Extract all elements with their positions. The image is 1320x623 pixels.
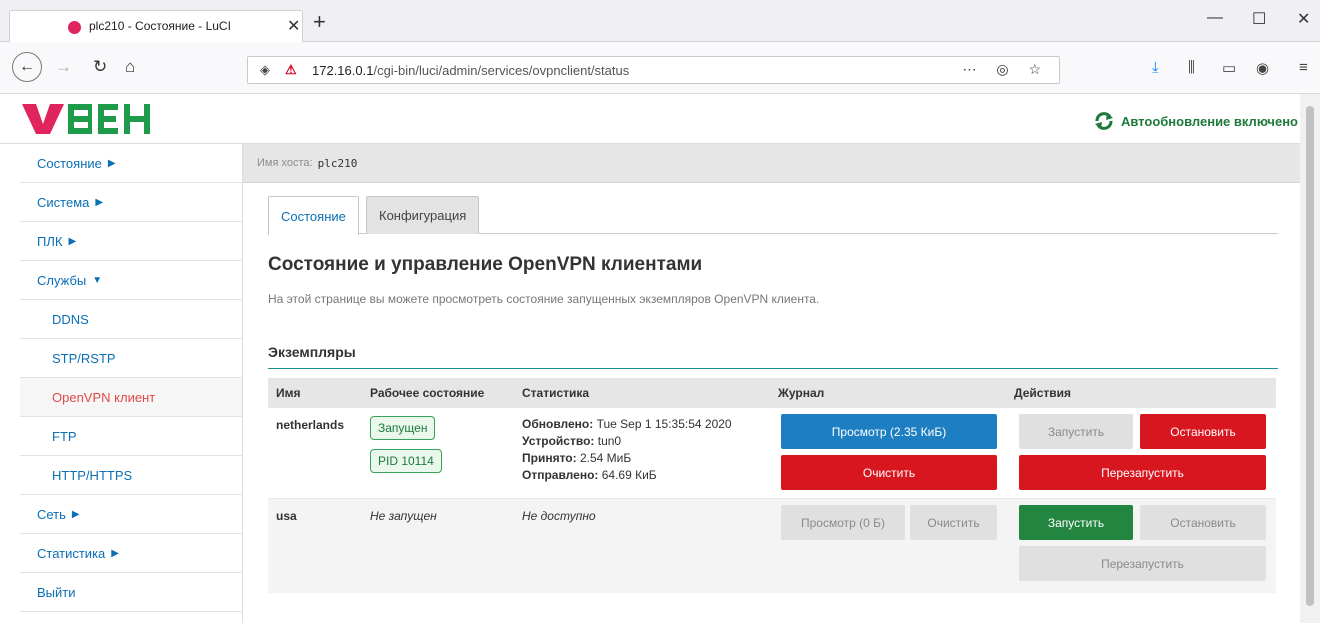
clear-log-button[interactable]: Очистить	[910, 505, 997, 540]
address-bar[interactable]: ◈ ⚠ 172.16.0.1/cgi-bin/luci/admin/servic…	[247, 56, 1060, 84]
sidebar-item-logout[interactable]: Выйти	[20, 573, 242, 612]
page-tabs: Состояние Конфигурация	[268, 196, 1278, 235]
maximize-icon[interactable]: ☐	[1252, 9, 1266, 29]
home-icon[interactable]: ⌂	[125, 57, 135, 77]
caret-down-icon: ▼	[92, 274, 103, 286]
oven-logo	[22, 104, 150, 134]
caret-right-icon: ▶	[68, 235, 77, 247]
hostname-label: Имя хоста:	[257, 157, 313, 169]
page-actions-icon[interactable]: ⋯ ◎ ☆	[962, 61, 1049, 78]
sidebar-item-plc[interactable]: ПЛК ▶	[20, 222, 242, 261]
sidebar-item-ddns[interactable]: DDNS	[20, 300, 242, 339]
autorefresh-toggle[interactable]: Автообновление включено	[1093, 110, 1298, 132]
page-header: Автообновление включено	[0, 94, 1300, 144]
state-text: Не запущен	[370, 509, 437, 523]
stats-text: Не доступно	[522, 509, 596, 523]
minimize-icon[interactable]: —	[1207, 9, 1223, 27]
main-content: Состояние Конфигурация Состояние и управ…	[268, 196, 1278, 593]
page-description: На этой странице вы можете просмотреть с…	[268, 292, 820, 306]
library-icon[interactable]: ⫼	[1188, 59, 1195, 76]
scrollbar-thumb[interactable]	[1306, 106, 1314, 606]
refresh-icon	[1094, 112, 1113, 130]
view-log-button[interactable]: Просмотр (0 Б)	[781, 505, 905, 540]
tab-title: plc210 - Состояние - LuCI	[89, 19, 231, 33]
instances-table: Имя Рабочее состояние Статистика Журнал …	[268, 378, 1276, 593]
tracking-shield-icon[interactable]: ◈	[260, 62, 270, 78]
back-icon[interactable]: ←	[12, 52, 42, 82]
tab-configuration[interactable]: Конфигурация	[366, 196, 480, 234]
menu-icon[interactable]: ≡	[1299, 59, 1308, 76]
close-tab-icon[interactable]: ✕	[287, 16, 300, 36]
insecure-lock-icon[interactable]: ⚠	[285, 62, 297, 78]
hostname-bar: Имя хоста: plc210	[243, 144, 1300, 183]
sidebar-item-http-https[interactable]: HTTP/HTTPS	[20, 456, 242, 495]
header-actions: Действия	[1014, 386, 1072, 400]
reload-icon[interactable]: ↻	[93, 57, 107, 77]
browser-tab[interactable]: plc210 - Состояние - LuCI ✕	[9, 10, 303, 42]
autorefresh-label: Автообновление включено	[1120, 113, 1298, 129]
close-window-icon[interactable]: ✕	[1297, 9, 1310, 29]
page-title: Состояние и управление OpenVPN клиентами	[268, 254, 703, 275]
sidebar-item-services[interactable]: Службы ▼	[20, 261, 242, 300]
instance-name: netherlands	[276, 418, 345, 432]
caret-right-icon: ▶	[107, 157, 116, 169]
sidebar-item-system[interactable]: Система ▶	[20, 183, 242, 222]
restart-button[interactable]: Перезапустить	[1019, 455, 1266, 490]
caret-right-icon: ▶	[111, 547, 119, 559]
restart-button[interactable]: Перезапустить	[1019, 546, 1266, 581]
view-log-button[interactable]: Просмотр (2.35 КиБ)	[781, 414, 997, 449]
pid-badge: PID 10114	[370, 449, 442, 473]
sidebar: Состояние ▶ Система ▶ ПЛК ▶ Службы ▼ DDNS ST…	[20, 144, 243, 623]
browser-navbar: ← → ↻ ⌂ ◈ ⚠ 172.16.0.1/cgi-bin/luci/admi…	[0, 42, 1320, 94]
sidebar-toggle-icon[interactable]: ▭	[1222, 59, 1236, 77]
sidebar-item-status[interactable]: Состояние ▶	[20, 144, 242, 183]
url-text[interactable]: 172.16.0.1/cgi-bin/luci/admin/services/o…	[312, 63, 629, 78]
header-state: Рабочее состояние	[370, 386, 485, 400]
header-log: Журнал	[778, 386, 825, 400]
page-scrollbar[interactable]	[1300, 94, 1320, 623]
table-row: netherlands Запущен PID 10114 Обновлено:…	[268, 408, 1276, 499]
section-divider	[268, 368, 1278, 369]
header-name: Имя	[276, 386, 301, 400]
sidebar-item-network[interactable]: Сеть ▶	[20, 495, 242, 534]
forward-icon[interactable]: →	[55, 57, 72, 77]
sidebar-item-openvpn-client[interactable]: OpenVPN клиент	[20, 378, 242, 417]
clear-log-button[interactable]: Очистить	[781, 455, 997, 490]
stop-button[interactable]: Остановить	[1140, 505, 1266, 540]
caret-right-icon: ▶	[95, 196, 104, 208]
new-tab-icon[interactable]: +	[313, 9, 326, 35]
header-statistics: Статистика	[522, 386, 590, 400]
stop-button[interactable]: Остановить	[1140, 414, 1266, 449]
table-header: Имя Рабочее состояние Статистика Журнал …	[268, 378, 1276, 408]
start-button[interactable]: Запустить	[1019, 414, 1133, 449]
luci-favicon-icon	[68, 21, 81, 34]
start-button[interactable]: Запустить	[1019, 505, 1133, 540]
tab-status[interactable]: Состояние	[268, 196, 359, 235]
state-badge: Запущен	[370, 416, 436, 440]
instance-name: usa	[276, 509, 297, 523]
caret-right-icon: ▶	[71, 508, 80, 520]
instance-stats: Обновлено: Tue Sep 1 15:35:54 2020 Устро…	[522, 417, 732, 482]
sidebar-item-ftp[interactable]: FTP	[20, 417, 242, 456]
sidebar-item-statistics[interactable]: Статистика ▶	[20, 534, 242, 573]
hostname-value: plc210	[317, 156, 358, 170]
browser-tabbar: plc210 - Состояние - LuCI ✕ + — ☐ ✕	[0, 0, 1320, 42]
table-row: usa Не запущен Не доступно Просмотр (0 Б…	[268, 499, 1276, 593]
account-icon[interactable]: ◉	[1256, 59, 1269, 77]
downloads-icon[interactable]: ⤓	[1152, 59, 1159, 76]
sidebar-item-stp-rstp[interactable]: STP/RSTP	[20, 339, 242, 378]
section-title: Экземпляры	[268, 344, 356, 360]
